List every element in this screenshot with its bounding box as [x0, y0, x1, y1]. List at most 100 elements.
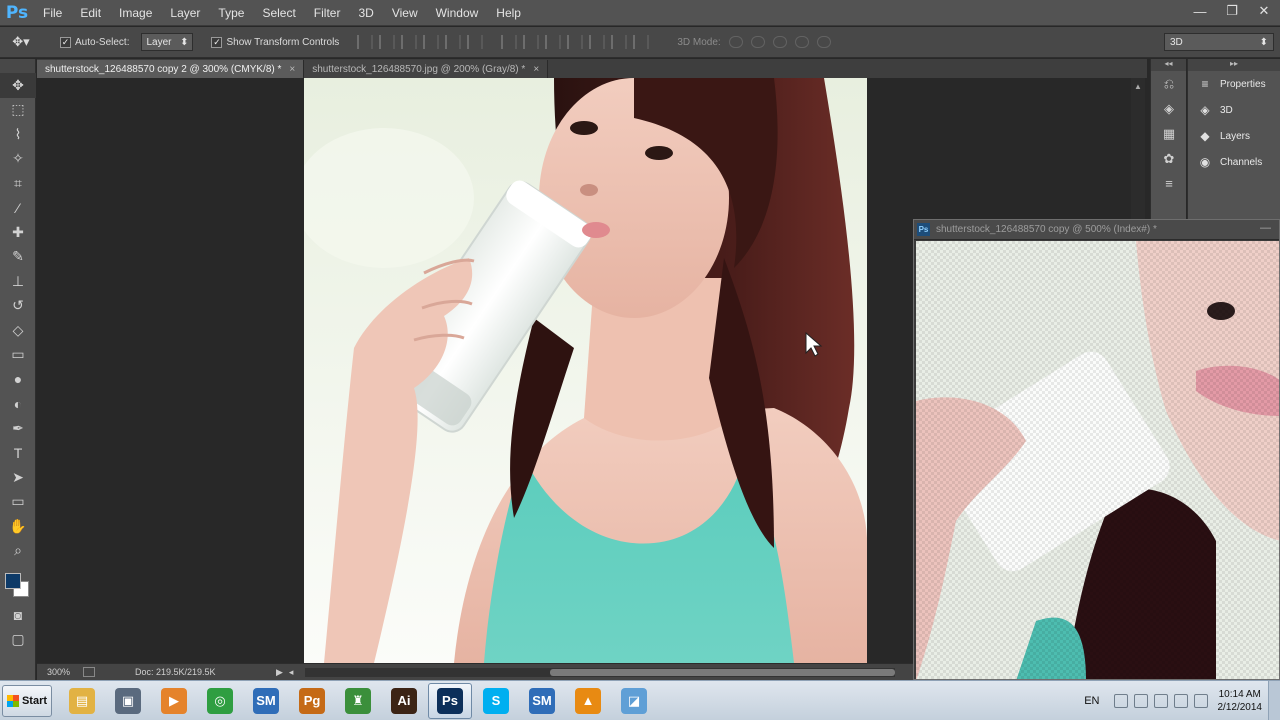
quick-mask-icon[interactable]: ◙ [0, 603, 36, 628]
distribute-vcenter-icon[interactable] [523, 35, 540, 49]
3d-panel-icon[interactable]: ◈ [1151, 96, 1187, 121]
move-tool-icon[interactable]: ✥ [0, 73, 36, 98]
taskbar-media-player[interactable]: ▶ [152, 683, 196, 719]
close-tab-icon[interactable]: × [533, 64, 539, 75]
align-hcenter-icon[interactable] [445, 35, 462, 49]
foreground-color-swatch[interactable] [5, 573, 21, 589]
status-menu-arrow-icon[interactable]: ▶ [276, 667, 283, 678]
language-indicator[interactable]: EN [1084, 695, 1099, 707]
auto-select-checkbox[interactable]: ✓ Auto-Select: [60, 36, 129, 48]
gradient-tool-icon[interactable]: ▭ [0, 343, 36, 368]
show-transform-checkbox[interactable]: ✓ Show Transform Controls [211, 36, 339, 48]
horizontal-scroll-thumb[interactable] [550, 668, 896, 676]
taskbar-adobe-photoshop[interactable]: Ps [428, 682, 472, 719]
expand-panels-icon[interactable]: ▸▸ [1188, 59, 1280, 71]
dodge-tool-icon[interactable]: ◐ [0, 392, 36, 417]
taskbar-app-sm-2[interactable]: SM [520, 683, 564, 719]
menu-image[interactable]: Image [110, 0, 161, 26]
taskbar-app-games[interactable]: ♜ [336, 683, 380, 719]
tools-panel-grip[interactable] [0, 59, 35, 73]
network-icon[interactable] [1193, 694, 1208, 708]
menu-edit[interactable]: Edit [71, 0, 110, 26]
3d-rotate-icon[interactable] [728, 36, 743, 48]
rectangle-tool-icon[interactable]: ▭ [0, 490, 36, 515]
lasso-tool-icon[interactable]: ⌇ [0, 122, 36, 147]
document-image[interactable] [304, 78, 867, 663]
minimize-icon[interactable]: — [1184, 0, 1216, 22]
path-select-tool-icon[interactable]: ➤ [0, 465, 36, 490]
taskbar-adobe-incopy[interactable]: Pg [290, 683, 334, 719]
close-tab-icon[interactable]: × [289, 64, 295, 75]
floating-window-titlebar[interactable]: Ps shutterstock_126488570 copy @ 500% (I… [914, 220, 1279, 240]
close-icon[interactable]: ✕ [1248, 0, 1280, 22]
brush-panel-icon[interactable]: ✿ [1151, 146, 1187, 171]
distribute-top-icon[interactable] [501, 35, 518, 49]
3d-pan-icon[interactable] [772, 36, 787, 48]
distribute-left-icon[interactable] [567, 35, 584, 49]
distribute-right-icon[interactable] [611, 35, 628, 49]
crop-tool-icon[interactable]: ⌗ [0, 171, 36, 196]
3d-slide-icon[interactable] [794, 36, 809, 48]
clone-stamp-tool-icon[interactable]: ⊥ [0, 269, 36, 294]
menu-window[interactable]: Window [427, 0, 488, 26]
document-info-icon[interactable] [83, 667, 95, 677]
collapse-dock-icon[interactable]: ◂◂ [1151, 59, 1186, 71]
restore-icon[interactable]: ❐ [1216, 0, 1248, 22]
horizontal-scrollbar[interactable] [305, 667, 896, 677]
taskbar-app-window[interactable]: ◪ [612, 683, 656, 719]
taskbar-file-explorer[interactable]: ▤ [60, 683, 104, 719]
align-left-icon[interactable] [423, 35, 440, 49]
blur-tool-icon[interactable]: ● [0, 367, 36, 392]
hand-tool-icon[interactable]: ✋ [0, 514, 36, 539]
healing-brush-tool-icon[interactable]: ✚ [0, 220, 36, 245]
scroll-left-icon[interactable]: ◂ [289, 667, 294, 678]
scroll-up-icon[interactable]: ▲ [1134, 82, 1142, 91]
taskbar-app-sm[interactable]: SM [244, 683, 288, 719]
3d-scale-icon[interactable] [816, 36, 831, 48]
taskbar-chrome[interactable]: ◎ [198, 683, 242, 719]
floating-document-window[interactable]: Ps shutterstock_126488570 copy @ 500% (I… [913, 219, 1280, 680]
menu-layer[interactable]: Layer [161, 0, 209, 26]
panel-channels[interactable]: ◉ Channels [1188, 149, 1280, 175]
menu-filter[interactable]: Filter [305, 0, 350, 26]
zoomed-index-canvas[interactable] [916, 241, 1279, 679]
tray-expand-icon[interactable] [1113, 694, 1128, 708]
panel-properties[interactable]: ≡ Properties [1188, 71, 1280, 97]
volume-icon[interactable] [1173, 694, 1188, 708]
history-brush-tool-icon[interactable]: ↺ [0, 294, 36, 319]
taskbar-vlc[interactable]: ▲ [566, 683, 610, 719]
type-tool-icon[interactable]: T [0, 441, 36, 466]
menu-help[interactable]: Help [487, 0, 530, 26]
distribute-hcenter-icon[interactable] [589, 35, 606, 49]
taskbar-skype[interactable]: S [474, 683, 518, 719]
swatches-panel-icon[interactable]: ▦ [1151, 121, 1187, 146]
menu-file[interactable]: File [34, 0, 71, 26]
menu-type[interactable]: Type [209, 0, 253, 26]
show-desktop-button[interactable] [1268, 681, 1280, 720]
align-right-icon[interactable] [467, 35, 484, 49]
pen-tool-icon[interactable]: ✒ [0, 416, 36, 441]
history-panel-icon[interactable]: ⎌ [1151, 71, 1187, 96]
workspace-dropdown[interactable]: 3D ⬍ [1164, 33, 1274, 51]
taskbar-desktop-app[interactable]: ▣ [106, 683, 150, 719]
distribute-bottom-icon[interactable] [545, 35, 562, 49]
menu-view[interactable]: View [383, 0, 427, 26]
align-vcenter-icon[interactable] [379, 35, 396, 49]
move-tool-preset-icon[interactable]: ✥▾ [0, 34, 42, 50]
minimize-icon[interactable]: — [1260, 222, 1271, 234]
system-clock[interactable]: 10:14 AM 2/12/2014 [1218, 688, 1263, 714]
auto-select-target-dropdown[interactable]: Layer ⬍ [141, 33, 194, 51]
auto-align-icon[interactable] [633, 35, 650, 49]
eraser-tool-icon[interactable]: ◇ [0, 318, 36, 343]
action-center-icon[interactable] [1133, 694, 1148, 708]
tool-presets-icon[interactable]: ≡ [1151, 171, 1187, 196]
zoom-tool-icon[interactable]: ⌕ [0, 539, 36, 564]
screen-mode-icon[interactable]: ▢ [0, 628, 36, 653]
align-bottom-icon[interactable] [401, 35, 418, 49]
quick-select-tool-icon[interactable]: ✧ [0, 147, 36, 172]
panel-3d[interactable]: ◈ 3D [1188, 97, 1280, 123]
marquee-tool-icon[interactable]: ⬚ [0, 98, 36, 123]
3d-roll-icon[interactable] [750, 36, 765, 48]
menu-select[interactable]: Select [253, 0, 304, 26]
brush-tool-icon[interactable]: ✎ [0, 245, 36, 270]
